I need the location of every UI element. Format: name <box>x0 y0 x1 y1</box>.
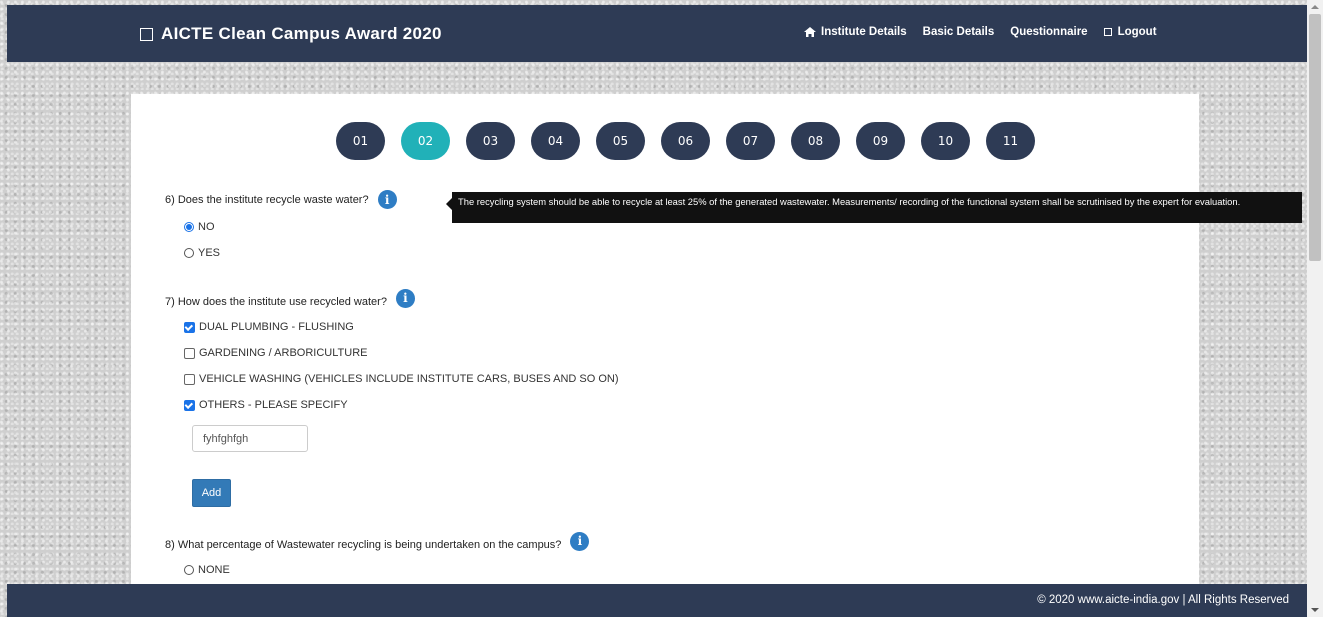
nav-basic-details[interactable]: Basic Details <box>923 26 995 38</box>
radio-button[interactable] <box>184 565 194 575</box>
radio-option-no[interactable]: NO <box>184 221 215 233</box>
scroll-thumb[interactable] <box>1309 14 1321 261</box>
scroll-down-arrow-icon[interactable] <box>1311 608 1319 612</box>
checkbox[interactable] <box>184 321 195 333</box>
info-icon[interactable]: i <box>395 288 415 308</box>
step-10[interactable]: 10 <box>921 122 970 160</box>
step-pagination: 01 02 03 04 05 06 07 08 09 10 11 <box>336 122 1035 160</box>
question-6: 6) Does the institute recycle waste wate… <box>165 190 397 209</box>
nav-basic-details-label: Basic Details <box>922 26 995 38</box>
others-specify-input[interactable]: fyhfghfgh <box>192 425 308 452</box>
radio-button[interactable] <box>184 222 194 232</box>
checkbox-gardening[interactable]: GARDENING / ARBORICULTURE <box>184 347 368 359</box>
vertical-scrollbar[interactable] <box>1307 0 1323 617</box>
brand[interactable]: AICTE Clean Campus Award 2020 <box>140 24 442 44</box>
step-05[interactable]: 05 <box>596 122 645 160</box>
question-8-text: 8) What percentage of Wastewater recycli… <box>165 539 562 551</box>
radio-label: NONE <box>198 564 230 576</box>
step-06[interactable]: 06 <box>661 122 710 160</box>
checkbox[interactable] <box>184 373 195 385</box>
nav-questionnaire[interactable]: Questionnaire <box>1010 26 1087 38</box>
brand-box-icon <box>140 27 153 41</box>
radio-label: NO <box>198 221 215 233</box>
step-04[interactable]: 04 <box>531 122 580 160</box>
checkbox-label: OTHERS - PLEASE SPECIFY <box>199 399 348 411</box>
step-01[interactable]: 01 <box>336 122 385 160</box>
step-03[interactable]: 03 <box>466 122 515 160</box>
top-navbar: AICTE Clean Campus Award 2020 Institute … <box>7 5 1307 62</box>
checkbox-vehicle-washing[interactable]: VEHICLE WASHING (VEHICLES INCLUDE INSTIT… <box>184 373 619 385</box>
questionnaire-card <box>131 94 1199 594</box>
question-8: 8) What percentage of Wastewater recycli… <box>165 531 590 551</box>
nav-logout[interactable]: Logout <box>1103 26 1157 38</box>
step-08[interactable]: 08 <box>791 122 840 160</box>
checkbox-label: DUAL PLUMBING - FLUSHING <box>199 321 354 333</box>
add-button[interactable]: Add <box>192 479 231 507</box>
question-7-text: 7) How does the institute use recycled w… <box>165 296 387 308</box>
question-6-text: 6) Does the institute recycle waste wate… <box>165 193 369 206</box>
logout-box-icon <box>1103 28 1112 36</box>
nav-questionnaire-label: Questionnaire <box>1010 26 1088 38</box>
step-11[interactable]: 11 <box>986 122 1035 160</box>
question-7: 7) How does the institute use recycled w… <box>165 288 415 308</box>
radio-label: YES <box>198 247 221 259</box>
nav-institute-details[interactable]: Institute Details <box>804 26 907 38</box>
checkbox-others[interactable]: OTHERS - PLEASE SPECIFY <box>184 399 348 411</box>
checkbox-label: VEHICLE WASHING (VEHICLES INCLUDE INSTIT… <box>199 373 619 385</box>
page-viewport: AICTE Clean Campus Award 2020 Institute … <box>0 0 1307 617</box>
nav-institute-details-label: Institute Details <box>821 26 907 38</box>
footer-copyright: © 2020 www.aicte-india.gov | All Rights … <box>1037 594 1289 606</box>
nav-logout-label: Logout <box>1117 26 1157 38</box>
nav-links: Institute Details Basic Details Question… <box>804 26 1157 38</box>
info-tooltip: The recycling system should be able to r… <box>446 192 1302 223</box>
home-icon <box>804 27 816 37</box>
info-icon[interactable]: i <box>570 531 590 551</box>
checkbox-dual-plumbing[interactable]: DUAL PLUMBING - FLUSHING <box>184 321 354 333</box>
checkbox[interactable] <box>184 347 195 359</box>
footer: © 2020 www.aicte-india.gov | All Rights … <box>7 584 1307 617</box>
radio-option-yes[interactable]: YES <box>184 247 220 259</box>
info-icon[interactable]: i <box>377 190 397 209</box>
step-09[interactable]: 09 <box>856 122 905 160</box>
checkbox[interactable] <box>184 399 195 411</box>
checkbox-label: GARDENING / ARBORICULTURE <box>199 347 368 359</box>
radio-button[interactable] <box>184 248 194 258</box>
step-07[interactable]: 07 <box>726 122 775 160</box>
radio-option-none[interactable]: NONE <box>184 564 230 576</box>
step-02[interactable]: 02 <box>401 122 450 160</box>
brand-title: AICTE Clean Campus Award 2020 <box>161 24 442 43</box>
scroll-up-arrow-icon[interactable] <box>1311 5 1319 9</box>
